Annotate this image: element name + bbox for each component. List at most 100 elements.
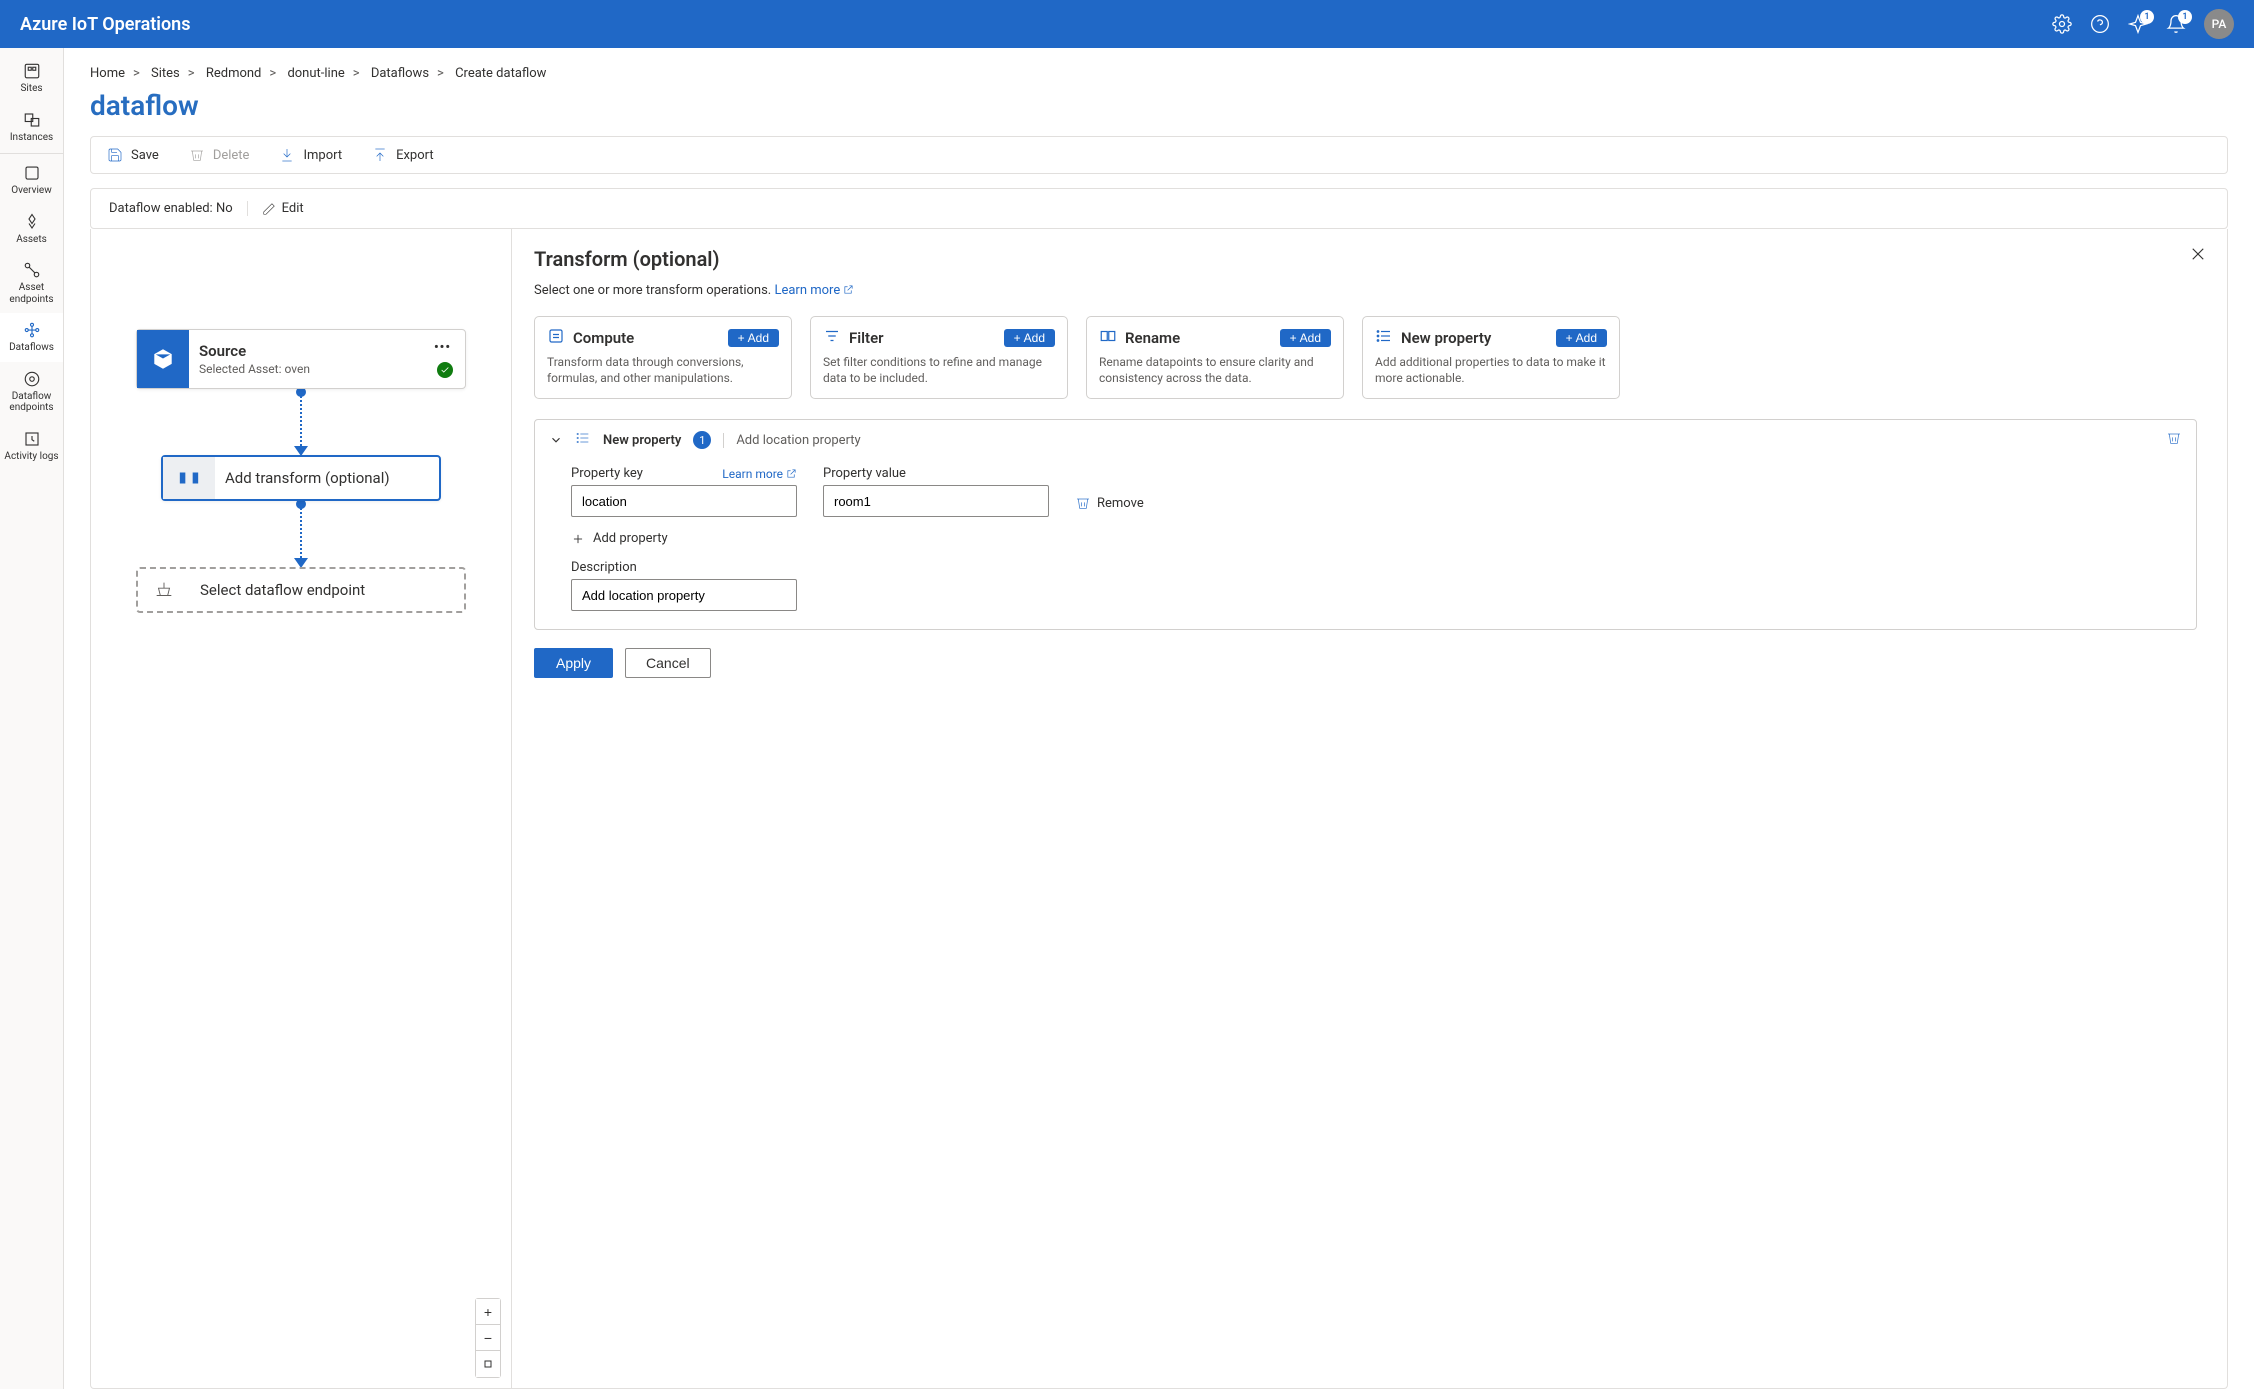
notifications-icon[interactable]: 1 (2166, 14, 2186, 34)
compute-title: Compute (573, 329, 634, 347)
endpoint-icon (138, 569, 190, 611)
delete-label: Delete (213, 148, 250, 163)
nav-sites[interactable]: Sites (0, 54, 63, 103)
crumb-donut-line[interactable]: donut-line (287, 66, 344, 81)
transform-node[interactable]: Add transform (optional) (161, 455, 441, 501)
delete-icon[interactable] (2166, 430, 2182, 450)
apply-button[interactable]: Apply (534, 648, 613, 678)
crumb-dataflows[interactable]: Dataflows (371, 66, 429, 81)
filter-add-button[interactable]: + Add (1004, 329, 1055, 347)
newprop-add-button[interactable]: + Add (1556, 329, 1607, 347)
rename-card: Rename + Add Rename datapoints to ensure… (1086, 316, 1344, 399)
save-button[interactable]: Save (107, 147, 159, 163)
add-property-label: Add property (593, 531, 668, 546)
filter-icon (823, 327, 841, 349)
transform-icon (163, 457, 215, 499)
nav-dataflows[interactable]: Dataflows (0, 313, 63, 362)
nav-dataflow-endpoints-label: Dataflow endpoints (4, 391, 59, 414)
source-menu-icon[interactable]: ••• (434, 340, 451, 355)
rename-desc: Rename datapoints to ensure clarity and … (1099, 355, 1331, 386)
panel-title: Transform (optional) (534, 247, 2197, 271)
newprop-card: New property + Add Add additional proper… (1362, 316, 1620, 399)
nav-overview[interactable]: Overview (0, 156, 63, 205)
compute-card: Compute + Add Transform data through con… (534, 316, 792, 399)
crumb-current: Create dataflow (455, 66, 546, 81)
rename-icon (1099, 327, 1117, 349)
panel-learn-more[interactable]: Learn more (774, 283, 854, 298)
remove-label: Remove (1097, 496, 1144, 511)
source-title: Source (199, 342, 455, 360)
nav-assets[interactable]: Assets (0, 205, 63, 254)
cancel-button[interactable]: Cancel (625, 648, 711, 678)
crumb-home[interactable]: Home (90, 66, 125, 81)
filter-title: Filter (849, 329, 884, 347)
help-icon[interactable] (2090, 14, 2110, 34)
compute-desc: Transform data through conversions, form… (547, 355, 779, 386)
zoom-controls: + − (475, 1298, 501, 1378)
rename-title: Rename (1125, 329, 1180, 347)
enable-value: No (216, 201, 233, 216)
nav-instances[interactable]: Instances (0, 103, 63, 152)
import-label: Import (303, 148, 342, 163)
crumb-sites[interactable]: Sites (151, 66, 180, 81)
panel-sub: Select one or more transform operations. (534, 283, 771, 298)
external-link-icon (843, 284, 854, 295)
check-icon (437, 362, 453, 378)
newprop-expanded: New property 1 Add location property Pro… (534, 419, 2197, 630)
edit-enable-button[interactable]: Edit (247, 201, 304, 216)
newprop-title: New property (1401, 329, 1491, 347)
description-input[interactable] (571, 579, 797, 611)
compute-icon (547, 327, 565, 349)
expanded-title: New property (603, 433, 681, 448)
add-property-button[interactable]: Add property (571, 531, 2174, 546)
count-pill: 1 (693, 431, 711, 449)
zoom-fit-button[interactable] (476, 1351, 500, 1377)
key-label: Property key (571, 466, 643, 481)
edit-label: Edit (282, 201, 304, 216)
key-learn-more[interactable]: Learn more (722, 467, 797, 481)
val-label: Property value (823, 466, 906, 481)
zoom-in-button[interactable]: + (476, 1299, 500, 1325)
nav-dataflow-endpoints[interactable]: Dataflow endpoints (0, 362, 63, 422)
compute-add-button[interactable]: + Add (728, 329, 779, 347)
export-label: Export (396, 148, 434, 163)
notifications-badge: 1 (2178, 10, 2192, 24)
destination-node[interactable]: Select dataflow endpoint (136, 567, 466, 613)
property-key-input[interactable] (571, 485, 797, 517)
nav-overview-label: Overview (11, 185, 52, 197)
source-subtitle: Selected Asset: oven (199, 362, 455, 376)
nav-activity-logs[interactable]: Activity logs (0, 422, 63, 471)
source-node[interactable]: Source Selected Asset: oven ••• (136, 329, 466, 389)
filter-desc: Set filter conditions to refine and mana… (823, 355, 1055, 386)
diagnostics-icon[interactable]: 1 (2128, 14, 2148, 34)
newprop-desc: Add additional properties to data to mak… (1375, 355, 1607, 386)
save-label: Save (131, 148, 159, 163)
left-nav: Sites Instances Overview Assets Asset en… (0, 48, 64, 1389)
chevron-down-icon[interactable] (549, 433, 563, 447)
crumb-redmond[interactable]: Redmond (206, 66, 262, 81)
delete-button: Delete (189, 147, 250, 163)
avatar[interactable]: PA (2204, 9, 2234, 39)
dataflow-canvas[interactable]: Source Selected Asset: oven ••• Add tran… (91, 229, 511, 1388)
rename-add-button[interactable]: + Add (1280, 329, 1331, 347)
zoom-out-button[interactable]: − (476, 1325, 500, 1351)
nav-asset-endpoints[interactable]: Asset endpoints (0, 253, 63, 313)
import-button[interactable]: Import (279, 147, 342, 163)
breadcrumb: Home> Sites> Redmond> donut-line> Datafl… (90, 66, 2228, 81)
property-value-input[interactable] (823, 485, 1049, 517)
export-button[interactable]: Export (372, 147, 434, 163)
remove-button[interactable]: Remove (1075, 495, 1144, 511)
desc-label: Description (571, 560, 637, 575)
nav-instances-label: Instances (10, 132, 53, 144)
diagnostics-badge: 1 (2140, 10, 2154, 24)
transform-title: Add transform (optional) (225, 469, 429, 487)
transform-panel: Transform (optional) Select one or more … (511, 229, 2227, 1388)
close-icon[interactable] (2189, 245, 2207, 263)
cube-icon (137, 330, 189, 388)
nav-dataflows-label: Dataflows (9, 342, 54, 354)
list-icon (1375, 327, 1393, 349)
enable-bar: Dataflow enabled: No Edit (90, 188, 2228, 229)
enable-label: Dataflow enabled: (109, 201, 213, 216)
page-title: dataflow (90, 89, 2228, 122)
settings-icon[interactable] (2052, 14, 2072, 34)
